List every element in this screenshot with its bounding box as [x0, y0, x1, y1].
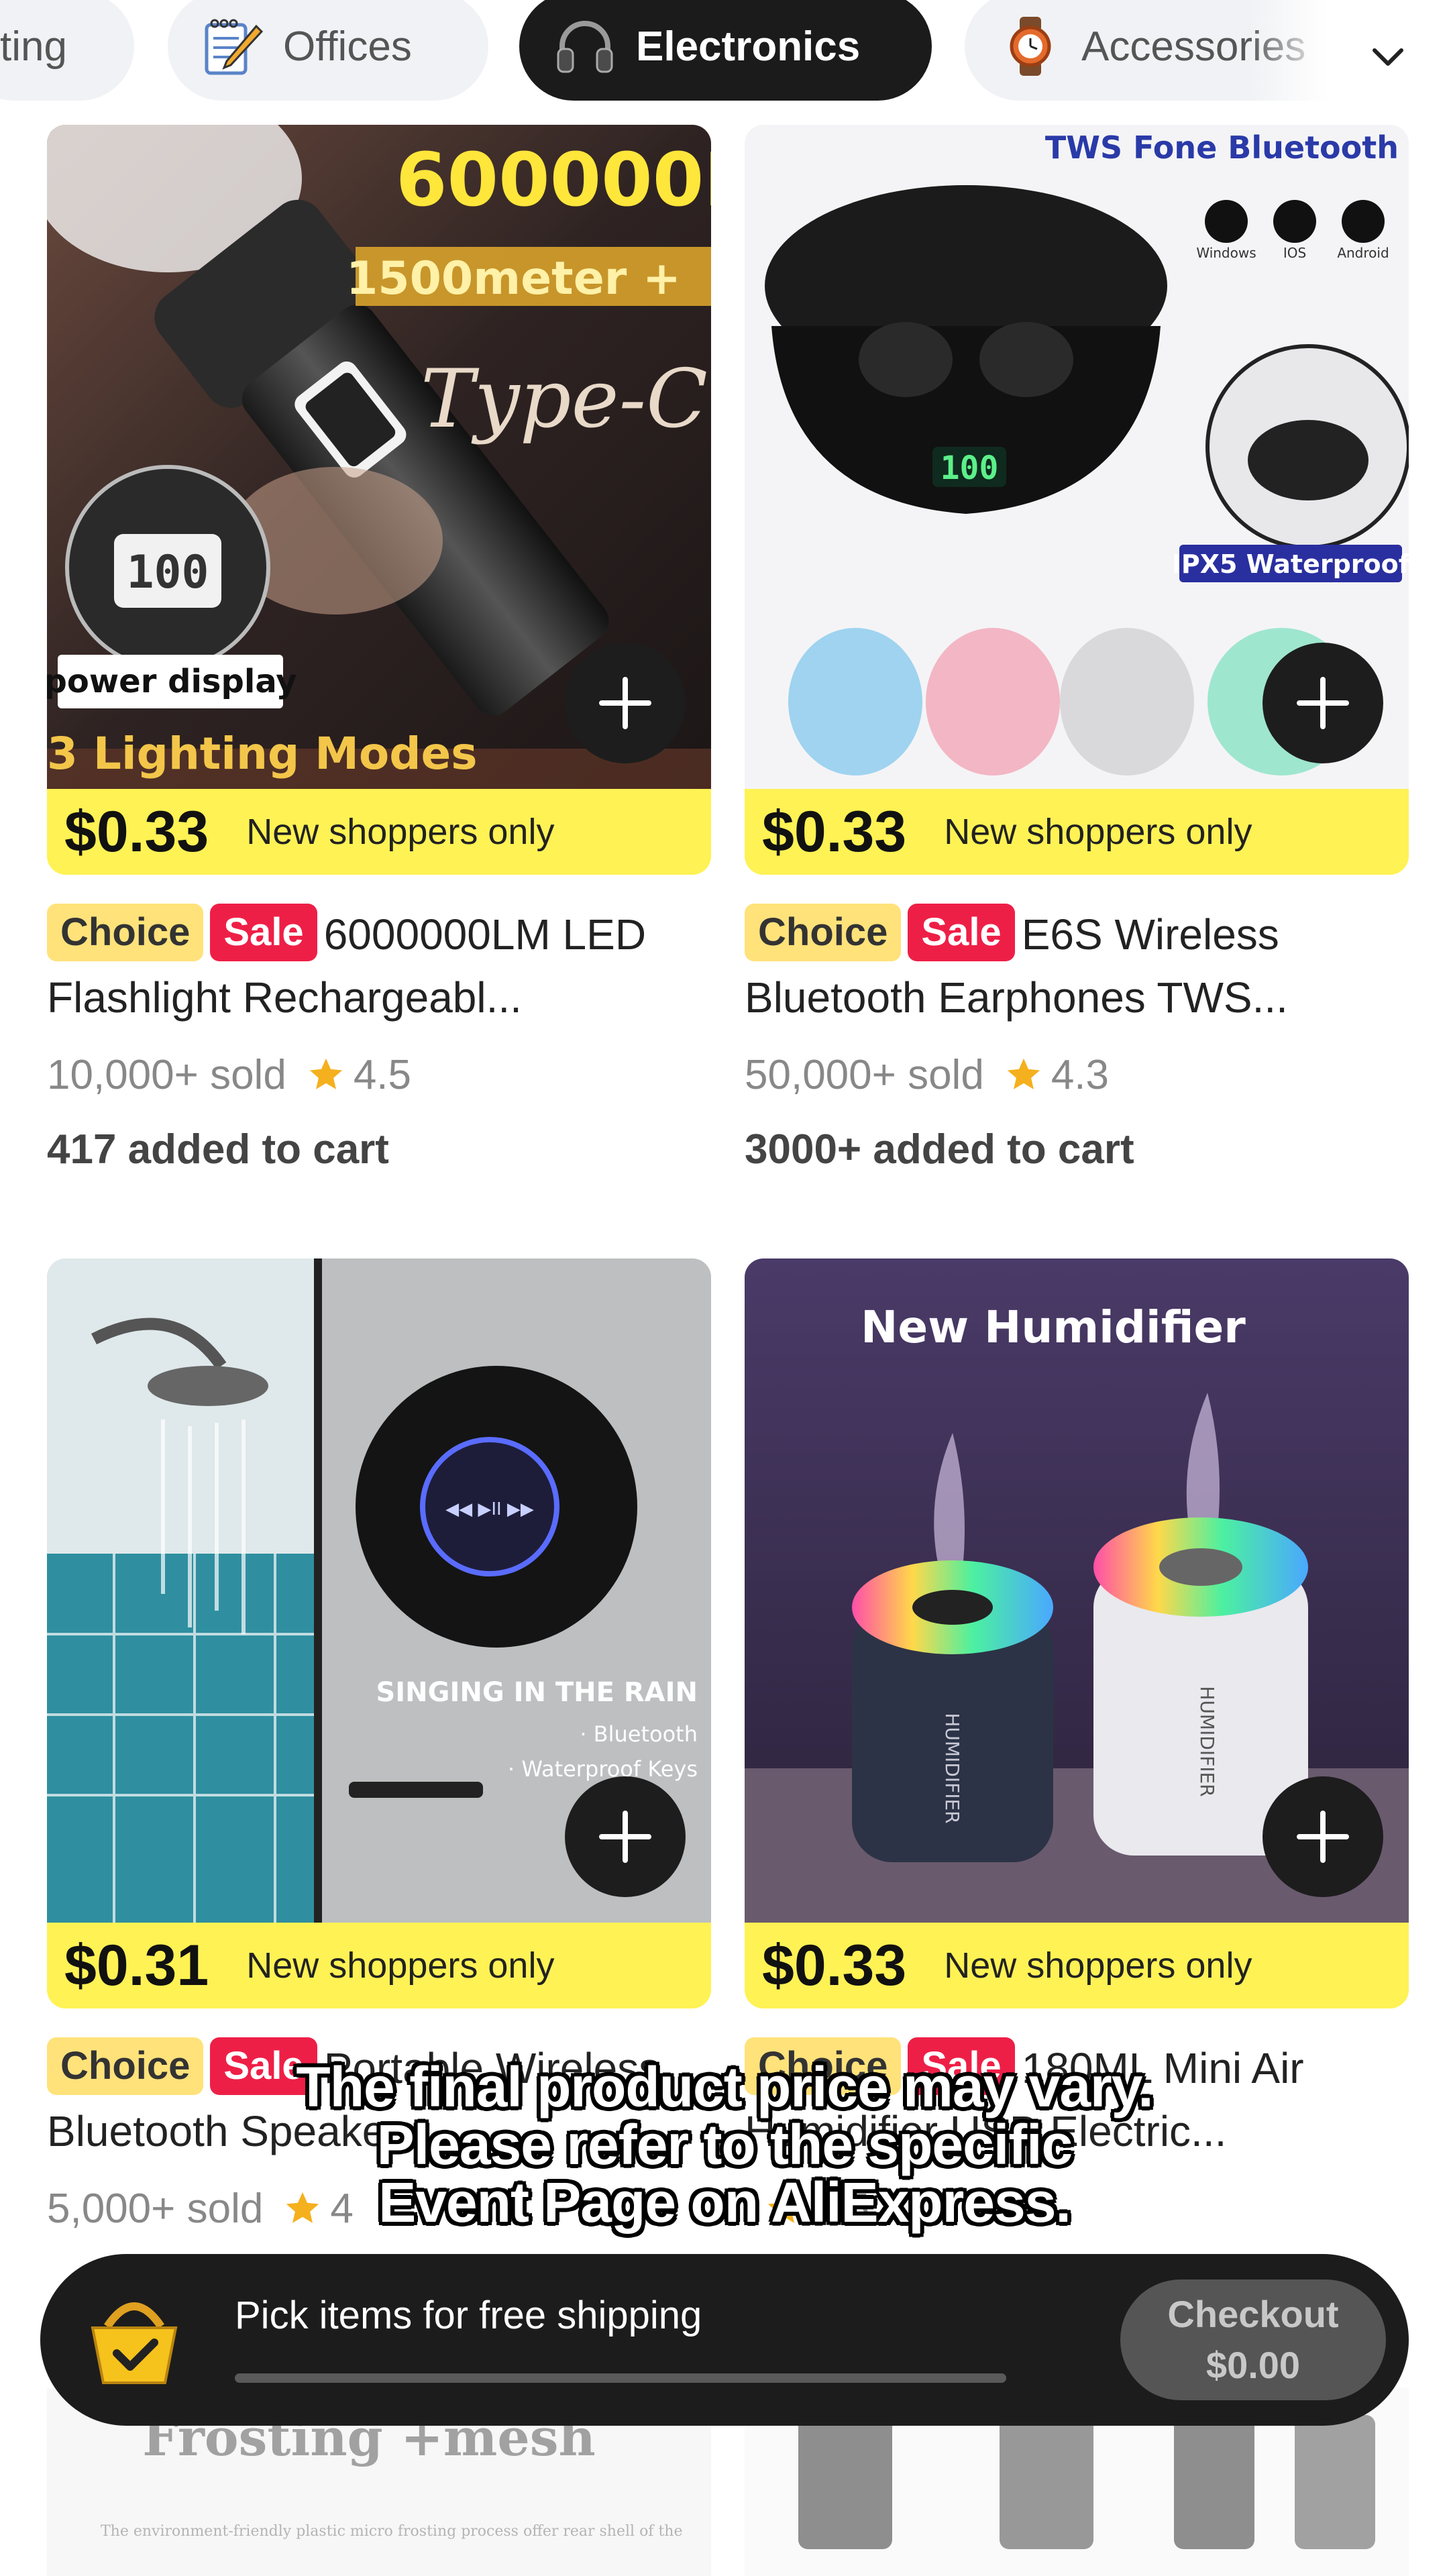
- image-text: TWS Fone Bluetooth: [1045, 129, 1399, 166]
- add-to-cart-button[interactable]: [1263, 643, 1383, 763]
- tab-electronics[interactable]: Electronics: [519, 0, 932, 101]
- tab-offices[interactable]: Offices: [168, 0, 488, 101]
- product-image[interactable]: TWS Fone Bluetooth Windows IOS Android 1…: [745, 125, 1409, 789]
- promo-label: New shoppers only: [944, 812, 1252, 852]
- chevron-down-icon: [1373, 48, 1403, 66]
- price: $0.33: [762, 799, 907, 864]
- image-text: 1500meter +: [346, 252, 681, 305]
- image-text: IPX5 Waterproof: [1172, 549, 1409, 579]
- choice-badge: Choice: [47, 904, 204, 961]
- tab-label: Electronics: [636, 23, 861, 70]
- promo-label: New shoppers only: [246, 1945, 555, 1986]
- sales-rating-row: 10,000+ sold 4.5: [47, 1048, 711, 1102]
- svg-text:100: 100: [127, 546, 209, 599]
- image-text: Android: [1337, 245, 1389, 261]
- plus-icon: [599, 1811, 651, 1863]
- headphones-icon: [557, 21, 613, 73]
- image-text: SINGING IN THE RAIN: [376, 1677, 698, 1708]
- choice-badge: Choice: [745, 904, 902, 961]
- image-text: Windows: [1196, 245, 1256, 261]
- image-text: power display: [47, 663, 297, 700]
- sold-count: 10,000+ sold: [47, 1051, 286, 1098]
- plus-icon: [599, 677, 651, 729]
- sale-badge: Sale: [210, 904, 317, 961]
- free-shipping-bar[interactable]: Pick items for free shipping Checkout $0…: [40, 2254, 1409, 2426]
- caption-line: Event Page on AliExpress.: [378, 2171, 1071, 2234]
- product-card[interactable]: 100 600000LM 1500meter + Type-C power di…: [47, 125, 711, 1173]
- product-image[interactable]: ◀◀ ▶II ▶▶ SINGING IN THE RAIN · Bluetoot…: [47, 1258, 711, 1923]
- image-text: IOS: [1283, 245, 1306, 261]
- product-card[interactable]: TWS Fone Bluetooth Windows IOS Android 1…: [745, 125, 1409, 1173]
- image-text: · Bluetooth: [580, 1721, 698, 1747]
- product-image[interactable]: New Humidifier HUMIDIFIER HUMIDIFIER: [745, 1258, 1409, 1923]
- image-text: New Humidifier: [861, 1301, 1246, 1353]
- promo-label: New shoppers only: [246, 812, 555, 852]
- price: $0.33: [762, 1933, 907, 1998]
- free-shipping-text: Pick items for free shipping: [235, 2294, 702, 2337]
- plus-icon: [1297, 1811, 1349, 1863]
- caption-line: The final product price may vary.: [296, 2055, 1153, 2118]
- svg-text:100: 100: [941, 449, 999, 487]
- product-title[interactable]: Choice Sale E6S Wireless Bluetooth Earphon…: [745, 903, 1409, 1029]
- checkout-label: Checkout: [1167, 2293, 1339, 2335]
- expand-categories-button[interactable]: [1327, 0, 1449, 114]
- sale-badge: Sale: [908, 904, 1015, 961]
- tab-label: Offices: [283, 23, 412, 70]
- plus-icon: [1297, 677, 1349, 729]
- shopping-basket-icon: [91, 2302, 178, 2384]
- added-to-cart-count: 3000+ added to cart: [745, 1126, 1134, 1173]
- price-bar: $0.33 New shoppers only: [745, 1923, 1409, 2008]
- price-bar: $0.31 New shoppers only: [47, 1923, 711, 2008]
- add-to-cart-button[interactable]: [565, 1776, 686, 1897]
- product-title[interactable]: Choice Sale 6000000LM LED Flashlight Recha…: [47, 903, 711, 1029]
- caption-line: Please refer to the specific: [376, 2113, 1073, 2176]
- image-text: HUMIDIFIER: [1196, 1686, 1218, 1796]
- rating-value: 4.3: [1051, 1051, 1110, 1098]
- sold-count: 50,000+ sold: [745, 1051, 984, 1098]
- add-to-cart-button[interactable]: [565, 643, 686, 763]
- product-image[interactable]: 100 600000LM 1500meter + Type-C power di…: [47, 125, 711, 789]
- rating-value: 4.5: [353, 1051, 412, 1098]
- image-text: HUMIDIFIER: [941, 1713, 963, 1823]
- star-icon: [309, 1058, 342, 1089]
- price: $0.31: [64, 1933, 209, 1998]
- add-to-cart-button[interactable]: [1263, 1776, 1383, 1897]
- added-to-cart-count: 417 added to cart: [47, 1126, 389, 1173]
- image-text: The environment-friendly plastic micro f…: [101, 2523, 682, 2540]
- wristwatch-icon: [1010, 17, 1051, 76]
- svg-text:◀◀ ▶II ▶▶: ◀◀ ▶II ▶▶: [445, 1499, 534, 1519]
- star-icon: [1007, 1058, 1040, 1089]
- notepad-pencil-icon: [205, 19, 264, 75]
- tab-label: ting: [0, 23, 67, 70]
- price-bar: $0.33 New shoppers only: [745, 789, 1409, 875]
- price: $0.33: [64, 799, 209, 864]
- checkout-amount: $0.00: [1205, 2344, 1301, 2386]
- image-text: Type-C: [421, 353, 708, 446]
- category-tab-bar: ting Offices Electronics Accessories: [0, 0, 1449, 114]
- price-bar: $0.33 New shoppers only: [47, 789, 711, 875]
- checkout-button[interactable]: Checkout $0.00: [1120, 2279, 1386, 2400]
- promo-label: New shoppers only: [944, 1945, 1252, 1986]
- image-text: 3 Lighting Modes: [47, 728, 478, 780]
- image-text: · Waterproof Keys: [508, 1756, 698, 1782]
- image-text: 600000LM: [396, 137, 711, 223]
- price-disclaimer-caption: The final product price may vary. Please…: [0, 2058, 1449, 2231]
- free-shipping-progress: [235, 2373, 1006, 2383]
- tab-category-partial[interactable]: ting: [0, 0, 134, 101]
- sales-rating-row: 50,000+ sold 4.3: [745, 1048, 1409, 1102]
- tab-bar-fade: [1248, 0, 1328, 114]
